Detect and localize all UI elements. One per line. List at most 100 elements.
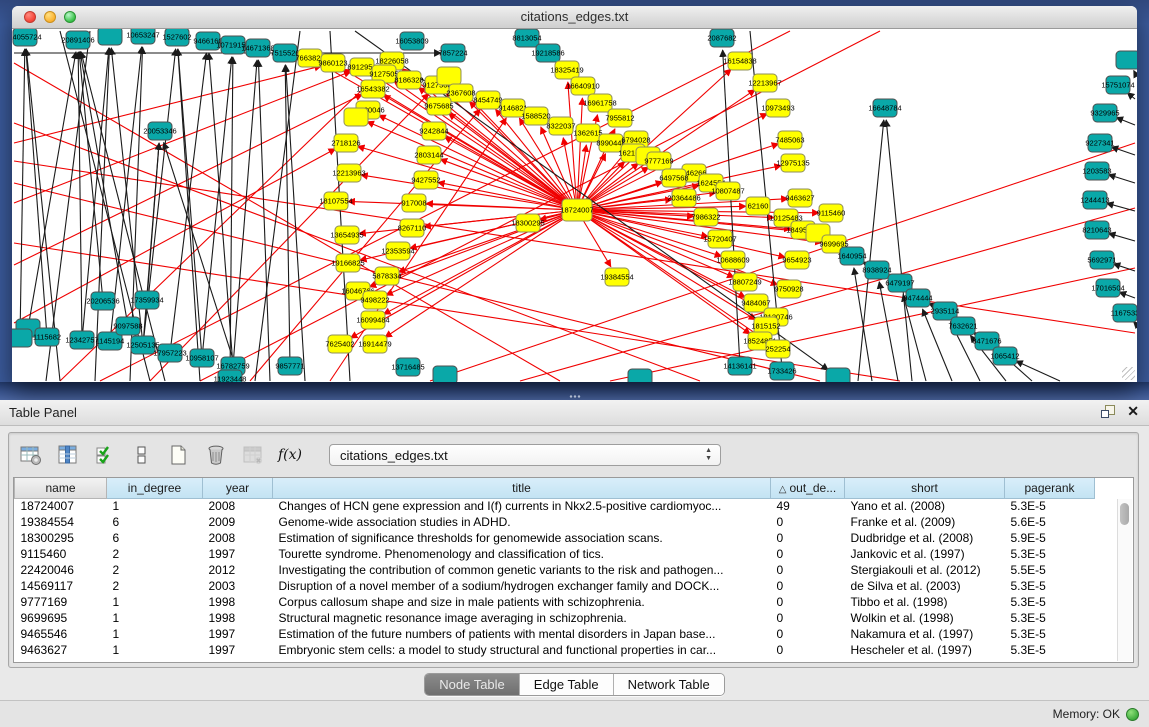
network-edge[interactable] [903, 295, 926, 381]
network-edge[interactable] [20, 49, 25, 338]
network-node[interactable] [437, 67, 461, 85]
network-node-label: 18807249 [728, 278, 761, 287]
network-window[interactable]: citations_edges.txt 14055724208914061065… [12, 6, 1137, 382]
table-row[interactable]: 1872400712008Changes of HCN gene express… [15, 498, 1095, 514]
network-edge[interactable] [14, 71, 351, 203]
network-edge[interactable] [143, 143, 159, 345]
network-node-label: 20364486 [667, 194, 700, 203]
network-node-label: 917008 [401, 199, 426, 208]
clear-selection-icon[interactable] [130, 443, 154, 467]
new-column-icon[interactable] [167, 443, 191, 467]
network-node-label: 19166825 [331, 259, 364, 268]
network-edge[interactable] [14, 161, 1135, 333]
table-cell: 1 [107, 610, 203, 626]
delete-table-icon[interactable] [241, 443, 265, 467]
scrollbar-thumb[interactable] [1120, 503, 1129, 525]
column-header-name[interactable]: name [15, 478, 107, 498]
network-node[interactable] [826, 368, 850, 382]
network-edge[interactable] [1109, 233, 1135, 241]
network-node-label: 16640910 [566, 82, 599, 91]
network-window-titlebar[interactable]: citations_edges.txt [12, 6, 1137, 29]
network-canvas[interactable]: 1405572420891406106532471527602946616010… [12, 29, 1137, 382]
network-edge[interactable] [178, 49, 202, 358]
network-edge[interactable] [1134, 71, 1135, 73]
table-cell: 14569117 [15, 578, 107, 594]
table-header-row[interactable]: namein_degreeyeartitle△out_de...shortpag… [15, 478, 1095, 498]
table-panel-header[interactable]: Table Panel ✕ [0, 400, 1149, 426]
network-node[interactable] [433, 366, 457, 382]
table-row[interactable]: 1456911722003Disruption of a novel membe… [15, 578, 1095, 594]
network-node[interactable] [628, 369, 652, 382]
window-resize-grip[interactable] [1122, 367, 1135, 380]
column-header-in_degree[interactable]: in_degree [107, 478, 203, 498]
network-edge[interactable] [230, 57, 233, 379]
tab-network-table[interactable]: Network Table [614, 674, 724, 695]
column-header-title[interactable]: title [273, 478, 771, 498]
network-node-label: 7986322 [691, 213, 720, 222]
network-edge[interactable] [1116, 117, 1135, 125]
float-panel-icon[interactable] [1101, 405, 1115, 418]
table-row[interactable]: 946362711997Embryonic stem cells: a mode… [15, 642, 1095, 658]
table-row[interactable]: 969969511998Structural magnetic resonanc… [15, 610, 1095, 626]
column-header-short[interactable]: short [845, 478, 1005, 498]
network-node-label: 9463627 [785, 194, 814, 203]
table-cell: 0 [771, 642, 845, 658]
panel-splitter-handle[interactable] [569, 394, 581, 399]
table-row[interactable]: 911546021997Tourette syndrome. Phenomeno… [15, 546, 1095, 562]
network-edge[interactable] [723, 50, 740, 366]
network-edge[interactable] [1111, 147, 1135, 155]
network-node[interactable] [344, 108, 368, 126]
network-node-label: 9498222 [360, 296, 389, 305]
network-edge[interactable] [255, 31, 300, 381]
table-cell: 0 [771, 546, 845, 562]
table-selector-dropdown[interactable]: citations_edges.txt ▲▼ [329, 444, 721, 466]
column-visibility-icon[interactable] [56, 443, 80, 467]
network-node-label: 5692971 [1087, 256, 1116, 265]
table-row[interactable]: 1830029562008Estimation of significance … [15, 530, 1095, 546]
node-table[interactable]: namein_degreeyeartitle△out_de...shortpag… [13, 477, 1134, 663]
network-node-label: 7857224 [438, 49, 467, 58]
network-edge[interactable] [1119, 292, 1135, 298]
network-edge[interactable] [26, 49, 47, 337]
network-edge[interactable] [367, 122, 577, 210]
network-node-label: 11923448 [214, 375, 247, 383]
network-node[interactable] [1116, 51, 1137, 69]
tab-node-table[interactable]: Node Table [425, 674, 520, 695]
network-view[interactable]: 1405572420891406106532471527602946616010… [12, 29, 1137, 382]
table-vertical-scrollbar[interactable] [1117, 499, 1132, 661]
table-row[interactable]: 946554611997Estimation of the future num… [15, 626, 1095, 642]
network-edge[interactable] [1107, 203, 1135, 211]
table-settings-icon[interactable] [19, 443, 43, 467]
table-panel: Table Panel ✕ [0, 400, 1149, 727]
close-panel-icon[interactable]: ✕ [1127, 404, 1139, 418]
network-edge[interactable] [610, 268, 1135, 381]
network-edge[interactable] [1108, 175, 1135, 183]
network-node-label: 5878334 [372, 272, 401, 281]
network-edge[interactable] [28, 52, 76, 328]
network-node-label: 7632621 [948, 322, 977, 331]
column-header-out_de[interactable]: △out_de... [771, 478, 845, 498]
table-cell: Nakamura et al. (1997) [845, 626, 1005, 642]
table-row[interactable]: 2242004622012Investigating the contribut… [15, 562, 1095, 578]
network-node-label: 9474444 [903, 294, 932, 303]
function-builder-icon[interactable]: f(x) [278, 443, 302, 467]
table-row[interactable]: 977716911998Corpus callosum shape and si… [15, 594, 1095, 610]
column-header-year[interactable]: year [203, 478, 273, 498]
window-title: citations_edges.txt [12, 9, 1137, 24]
network-edge[interactable] [1016, 361, 1060, 381]
table-row[interactable]: 1938455462009Genome-wide association stu… [15, 514, 1095, 530]
network-node-label: 8938924 [862, 266, 891, 275]
tab-edge-table[interactable]: Edge Table [520, 674, 614, 695]
table-cell: 0 [771, 578, 845, 594]
delete-column-icon[interactable] [204, 443, 228, 467]
table-cell: 2 [107, 546, 203, 562]
select-all-icon[interactable] [93, 443, 117, 467]
network-node-label: 20206536 [86, 297, 119, 306]
network-node[interactable] [12, 329, 32, 347]
column-header-pagerank[interactable]: pagerank [1005, 478, 1095, 498]
network-node-label: 9750928 [774, 285, 803, 294]
table-cell: 2 [107, 578, 203, 594]
cytoscape-desktop: citations_edges.txt 14055724208914061065… [0, 0, 1149, 400]
network-node[interactable] [98, 29, 122, 45]
network-edge[interactable] [258, 60, 270, 381]
